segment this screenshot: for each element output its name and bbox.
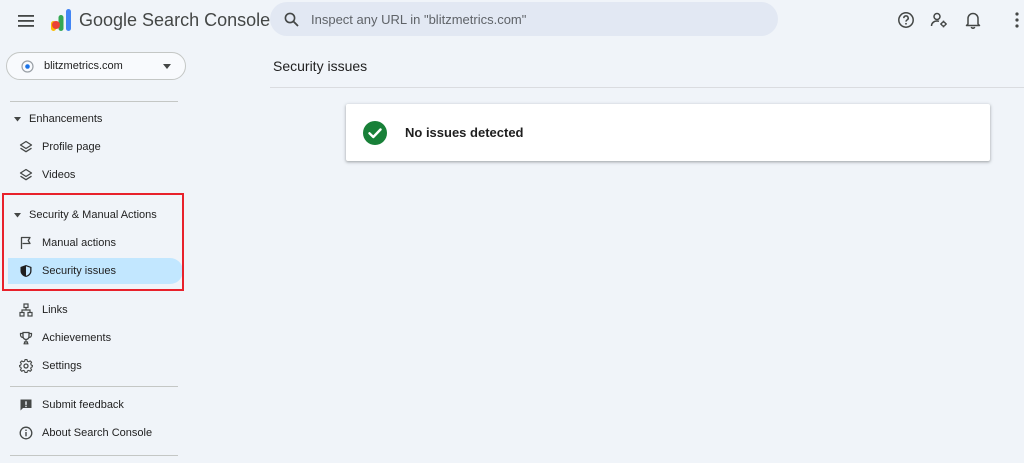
sidebar-divider xyxy=(10,386,178,387)
domain-property-icon xyxy=(21,59,34,73)
status-card: No issues detected xyxy=(346,104,990,161)
highlight-annotation-box xyxy=(2,193,184,291)
notifications-button[interactable] xyxy=(961,8,985,32)
sidebar-item-links[interactable]: Links xyxy=(8,297,183,323)
feedback-icon xyxy=(18,397,34,413)
sidebar-item-label: Settings xyxy=(42,360,82,372)
users-permissions-button[interactable] xyxy=(927,8,951,32)
property-name: blitzmetrics.com xyxy=(44,60,123,72)
sidebar-item-about-search-console[interactable]: About Search Console xyxy=(8,420,183,446)
sidebar-item-videos[interactable]: Videos xyxy=(8,162,183,188)
sidebar-item-profile-page[interactable]: Profile page xyxy=(8,134,183,160)
gear-icon xyxy=(18,358,34,374)
layers-icon xyxy=(18,139,34,155)
check-circle-icon xyxy=(363,120,387,145)
sidebar-item-label: About Search Console xyxy=(42,427,153,439)
collapse-caret-icon xyxy=(14,116,21,121)
sidebar-item-label: Videos xyxy=(42,169,76,181)
sidebar-divider xyxy=(10,455,178,456)
more-vert-icon xyxy=(1015,12,1019,28)
help-icon xyxy=(898,12,914,28)
sidebar-item-achievements[interactable]: Achievements xyxy=(8,325,183,351)
status-message: No issues detected xyxy=(405,125,524,140)
layers-icon xyxy=(18,167,34,183)
sidebar-item-label: Achievements xyxy=(42,332,112,344)
search-icon xyxy=(284,12,299,27)
nav-section-label: Enhancements xyxy=(29,113,103,125)
sidebar-divider xyxy=(10,101,178,102)
sidebar-item-label: Profile page xyxy=(42,141,101,153)
property-selector[interactable]: blitzmetrics.com xyxy=(6,52,186,80)
help-button[interactable] xyxy=(894,8,918,32)
manage-accounts-icon xyxy=(930,12,947,28)
info-icon xyxy=(18,425,34,441)
top-bar: Google Search Console xyxy=(0,0,1024,42)
search-console-logo-icon[interactable] xyxy=(50,8,72,32)
sidebar-item-label: Links xyxy=(42,304,68,316)
sidebar-item-submit-feedback[interactable]: Submit feedback xyxy=(8,392,183,418)
sidebar-item-label: Submit feedback xyxy=(42,399,124,411)
nav-section-enhancements[interactable]: Enhancements xyxy=(14,113,102,125)
trophy-icon xyxy=(18,330,34,346)
more-options-button[interactable] xyxy=(1010,8,1024,32)
search-input[interactable] xyxy=(311,11,751,27)
url-inspection-search[interactable] xyxy=(270,2,778,36)
content-divider xyxy=(270,87,1024,88)
page-title: Security issues xyxy=(273,58,368,74)
dropdown-caret-icon xyxy=(163,64,171,69)
links-icon xyxy=(18,302,34,318)
bell-icon xyxy=(965,12,981,29)
sidebar-item-settings[interactable]: Settings xyxy=(8,353,183,379)
product-name[interactable]: Google Search Console xyxy=(79,10,270,31)
main-menu-button[interactable] xyxy=(14,9,38,33)
hamburger-menu-icon xyxy=(18,15,34,27)
